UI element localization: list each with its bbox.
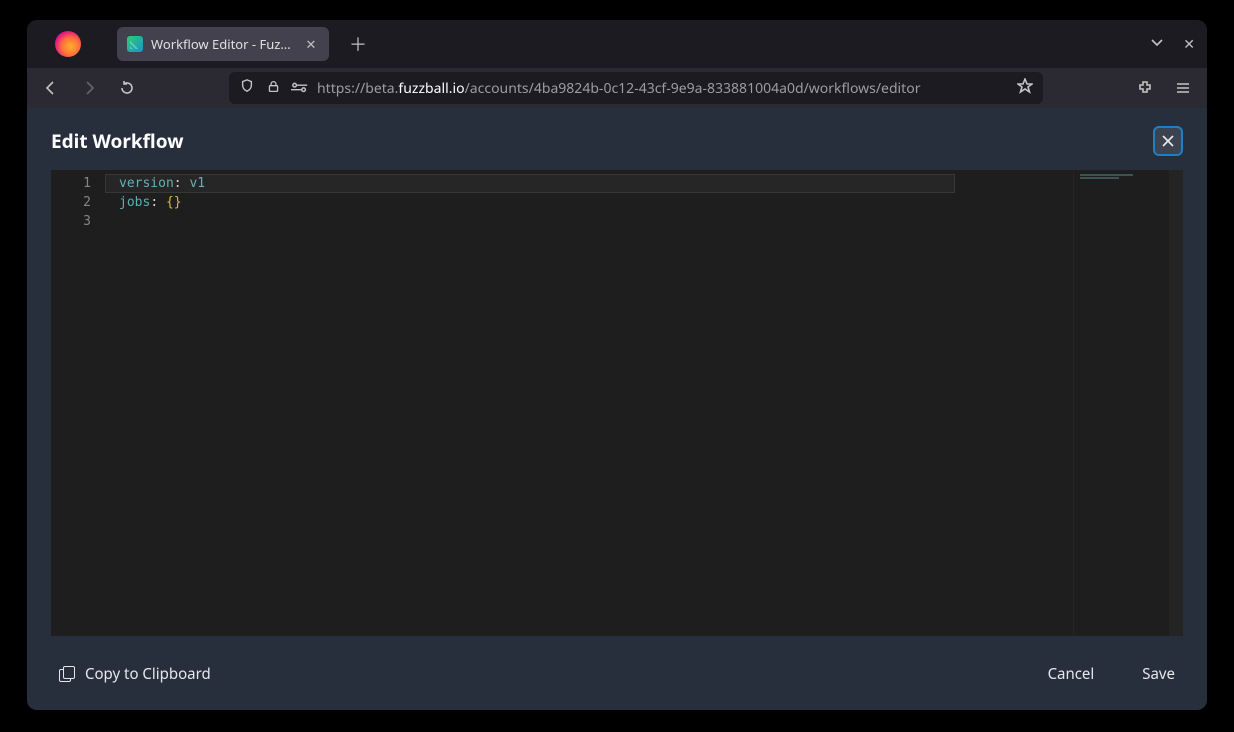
permissions-icon[interactable] [291,79,307,97]
modal-title: Edit Workflow [51,128,184,154]
code-line: jobs: {} [119,193,1073,212]
modal-footer: Copy to Clipboard Cancel Save [27,636,1207,710]
copy-label: Copy to Clipboard [85,664,211,684]
code-area[interactable]: version: v1 jobs: {} [105,170,1073,636]
active-tab[interactable]: Workflow Editor - Fuzzba ✕ [117,27,329,61]
window-close-icon[interactable]: ✕ [1183,35,1195,54]
code-editor[interactable]: 1 2 3 version: v1 jobs: {} [51,170,1183,636]
cancel-button[interactable]: Cancel [1040,658,1103,690]
bookmark-star-icon[interactable] [1017,78,1033,99]
line-number: 2 [51,193,105,212]
url-text: https://beta.fuzzball.io/accounts/4ba982… [317,79,1033,98]
shield-icon [239,79,255,97]
editor-scrollbar[interactable] [1169,170,1183,636]
back-button[interactable] [35,72,67,104]
tab-title: Workflow Editor - Fuzzba [151,35,295,53]
tab-strip: Workflow Editor - Fuzzba ✕ ＋ ✕ [27,20,1207,68]
line-number-gutter: 1 2 3 [51,170,105,636]
modal-header: Edit Workflow [27,108,1207,170]
extensions-button[interactable] [1129,72,1161,104]
modal-close-button[interactable] [1153,126,1183,156]
copy-to-clipboard-button[interactable]: Copy to Clipboard [51,658,219,690]
browser-window: Workflow Editor - Fuzzba ✕ ＋ ✕ [27,20,1207,710]
minimap[interactable] [1073,170,1183,636]
line-number: 3 [51,212,105,231]
code-line: version: v1 [119,174,1073,193]
close-tab-icon[interactable]: ✕ [303,36,319,52]
reload-button[interactable] [111,72,143,104]
forward-button[interactable] [73,72,105,104]
code-line [119,212,1073,231]
list-tabs-button[interactable] [1149,34,1165,55]
line-number: 1 [51,174,105,193]
tab-favicon [127,36,143,52]
new-tab-button[interactable]: ＋ [343,29,373,59]
address-bar[interactable]: https://beta.fuzzball.io/accounts/4ba982… [229,72,1043,104]
copy-icon [59,666,75,682]
save-button[interactable]: Save [1134,658,1183,690]
app-menu-button[interactable] [1167,72,1199,104]
page-content: Edit Workflow 1 2 3 version: v1 jobs: {} [27,108,1207,710]
lock-icon [265,79,281,97]
nav-toolbar: https://beta.fuzzball.io/accounts/4ba982… [27,68,1207,108]
firefox-icon [55,31,81,57]
